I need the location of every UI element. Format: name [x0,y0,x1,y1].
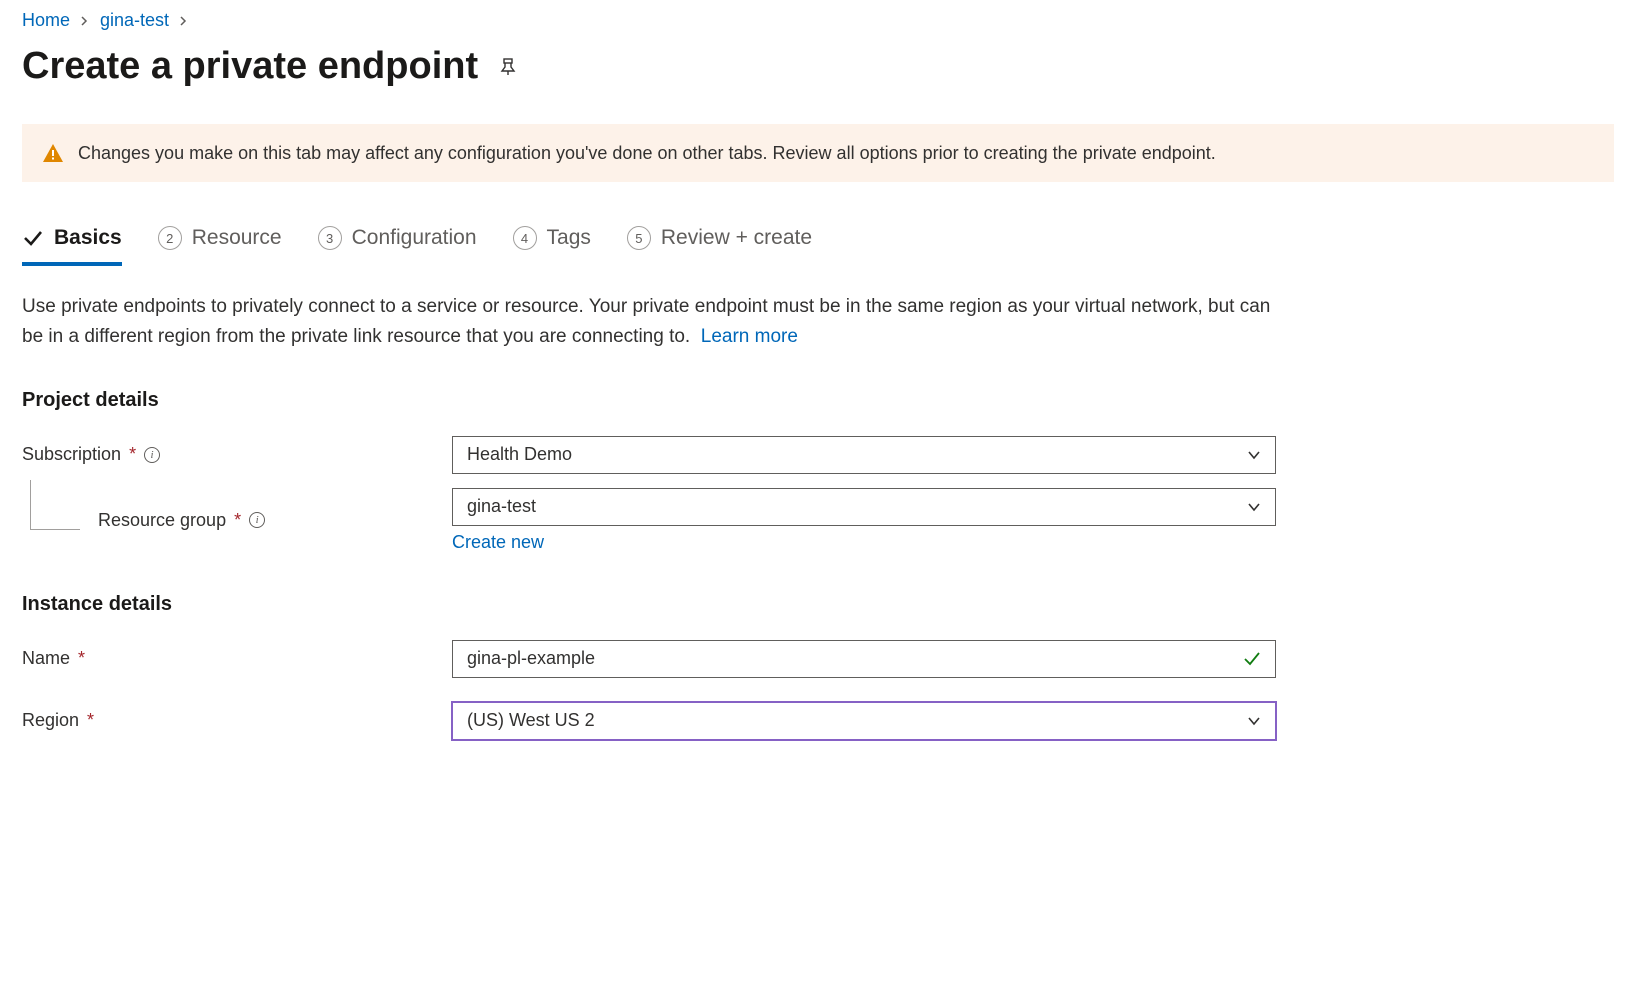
wizard-tabs: Basics 2 Resource 3 Configuration 4 Tags… [22,226,1614,266]
project-details-section: Project details Subscription * i Health … [22,389,1614,553]
region-label: Region * [22,710,452,731]
step-number: 2 [158,226,182,250]
tab-label: Resource [192,226,282,250]
instance-details-section: Instance details Name * gina-pl-example … [22,593,1614,740]
name-value: gina-pl-example [467,648,1243,669]
chevron-down-icon [1247,500,1261,514]
breadcrumb-gina-test[interactable]: gina-test [100,10,169,31]
name-row: Name * gina-pl-example [22,640,1614,678]
chevron-down-icon [1247,714,1261,728]
subscription-label: Subscription * i [22,444,452,465]
page-header: Create a private endpoint [22,45,1614,88]
warning-banner: Changes you make on this tab may affect … [22,124,1614,182]
tab-review-create[interactable]: 5 Review + create [627,226,812,266]
required-indicator: * [78,648,85,669]
learn-more-link[interactable]: Learn more [701,326,798,347]
step-number: 4 [513,226,537,250]
tab-label: Basics [54,226,122,250]
resource-group-label: Resource group * i [98,510,265,531]
required-indicator: * [87,710,94,731]
project-details-heading: Project details [22,389,1614,412]
resource-group-row: Resource group * i gina-test Create new [22,488,1614,553]
subscription-select[interactable]: Health Demo [452,436,1276,474]
check-icon [1243,650,1261,668]
breadcrumb: Home gina-test [22,10,1614,31]
tab-label: Configuration [352,226,477,250]
page-title: Create a private endpoint [22,45,478,88]
intro-text: Use private endpoints to privately conne… [22,292,1282,353]
region-value: (US) West US 2 [467,710,595,731]
name-label: Name * [22,648,452,669]
warning-icon [42,142,64,164]
breadcrumb-home[interactable]: Home [22,10,70,31]
subscription-row: Subscription * i Health Demo [22,436,1614,474]
step-number: 3 [318,226,342,250]
info-icon[interactable]: i [144,447,160,463]
resource-group-select[interactable]: gina-test [452,488,1276,526]
required-indicator: * [129,444,136,465]
chevron-right-icon [80,13,90,29]
region-select[interactable]: (US) West US 2 [452,702,1276,740]
tab-resource[interactable]: 2 Resource [158,226,282,266]
instance-details-heading: Instance details [22,593,1614,616]
name-input[interactable]: gina-pl-example [452,640,1276,678]
resource-group-value: gina-test [467,496,536,517]
pin-icon[interactable] [498,57,518,77]
required-indicator: * [234,510,241,531]
tab-label: Review + create [661,226,812,250]
info-icon[interactable]: i [249,512,265,528]
tab-configuration[interactable]: 3 Configuration [318,226,477,266]
tab-label: Tags [547,226,591,250]
tab-basics[interactable]: Basics [22,226,122,266]
check-icon [22,227,44,249]
chevron-down-icon [1247,448,1261,462]
subscription-value: Health Demo [467,444,572,465]
create-new-link[interactable]: Create new [452,532,544,553]
tree-indent-icon [30,480,80,530]
warning-text: Changes you make on this tab may affect … [78,143,1216,164]
chevron-right-icon [179,13,189,29]
tab-tags[interactable]: 4 Tags [513,226,591,266]
region-row: Region * (US) West US 2 [22,702,1614,740]
step-number: 5 [627,226,651,250]
